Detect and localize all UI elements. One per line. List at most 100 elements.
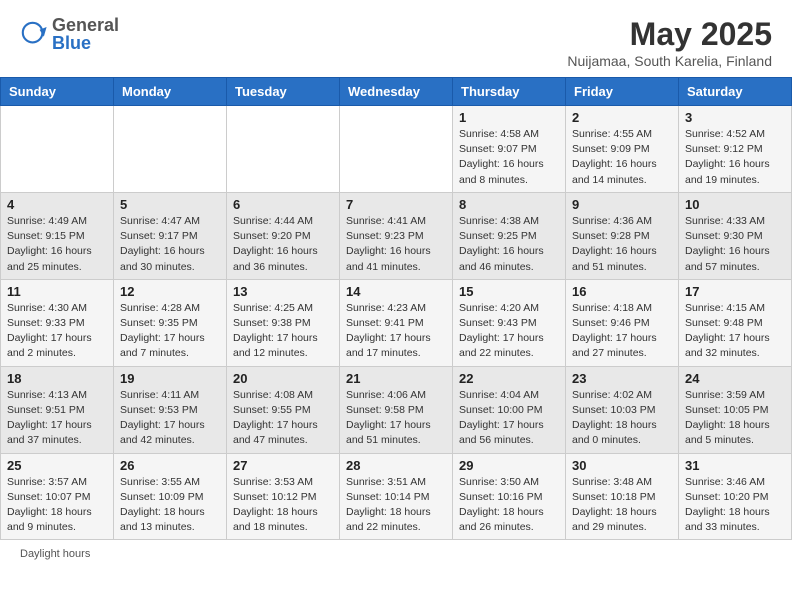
- week-row-4: 18 Sunrise: 4:13 AMSunset: 9:51 PMDayligh…: [1, 366, 792, 453]
- day-cell: 20 Sunrise: 4:08 AMSunset: 9:55 PMDayligh…: [227, 366, 340, 453]
- day-info: Sunrise: 3:57 AMSunset: 10:07 PMDaylight…: [7, 475, 107, 536]
- day-info: Sunrise: 4:02 AMSunset: 10:03 PMDaylight…: [572, 388, 672, 449]
- footer: Daylight hours: [0, 540, 792, 568]
- day-cell: 21Sunrise: 4:06 AMSunset: 9:58 PMDayligh…: [340, 366, 453, 453]
- day-cell: 15Sunrise: 4:20 AMSunset: 9:43 PMDayligh…: [453, 279, 566, 366]
- day-info: Sunrise: 4:23 AMSunset: 9:41 PMDaylight:…: [346, 301, 446, 362]
- day-number: 8: [459, 197, 559, 212]
- day-info: Sunrise: 3:48 AMSunset: 10:18 PMDaylight…: [572, 475, 672, 536]
- day-number: 14: [346, 284, 446, 299]
- day-cell: 6 Sunrise: 4:44 AMSunset: 9:20 PMDaylight…: [227, 192, 340, 279]
- day-info: Sunrise: 4:41 AMSunset: 9:23 PMDaylight:…: [346, 214, 446, 275]
- day-header-thursday: Thursday: [453, 78, 566, 106]
- day-header-saturday: Saturday: [679, 78, 792, 106]
- day-number: 4: [7, 197, 107, 212]
- day-cell: 28 Sunrise: 3:51 AMSunset: 10:14 PMDaylig…: [340, 453, 453, 540]
- day-number: 28: [346, 458, 446, 473]
- week-row-2: 4 Sunrise: 4:49 AMSunset: 9:15 PMDaylight…: [1, 192, 792, 279]
- day-cell: [114, 106, 227, 193]
- day-number: 22: [459, 371, 559, 386]
- day-cell: 25Sunrise: 3:57 AMSunset: 10:07 PMDaylig…: [1, 453, 114, 540]
- day-cell: 4 Sunrise: 4:49 AMSunset: 9:15 PMDaylight…: [1, 192, 114, 279]
- day-info: Sunrise: 4:38 AMSunset: 9:25 PMDaylight:…: [459, 214, 559, 275]
- day-cell: 8 Sunrise: 4:38 AMSunset: 9:25 PMDaylight…: [453, 192, 566, 279]
- day-number: 19: [120, 371, 220, 386]
- day-info: Sunrise: 4:44 AMSunset: 9:20 PMDaylight:…: [233, 214, 333, 275]
- day-cell: 10 Sunrise: 4:33 AMSunset: 9:30 PMDayligh…: [679, 192, 792, 279]
- logo-icon: [20, 20, 48, 48]
- day-number: 9: [572, 197, 672, 212]
- day-info: Sunrise: 4:20 AMSunset: 9:43 PMDaylight:…: [459, 301, 559, 362]
- day-number: 16: [572, 284, 672, 299]
- day-header-tuesday: Tuesday: [227, 78, 340, 106]
- day-number: 3: [685, 110, 785, 125]
- day-info: Sunrise: 4:13 AMSunset: 9:51 PMDaylight:…: [7, 388, 107, 449]
- day-number: 12: [120, 284, 220, 299]
- day-info: Sunrise: 4:47 AMSunset: 9:17 PMDaylight:…: [120, 214, 220, 275]
- daylight-label: Daylight hours: [20, 548, 90, 560]
- day-number: 5: [120, 197, 220, 212]
- day-header-friday: Friday: [566, 78, 679, 106]
- day-info: Sunrise: 3:53 AMSunset: 10:12 PMDaylight…: [233, 475, 333, 536]
- week-row-1: 1 Sunrise: 4:58 AMSunset: 9:07 PMDaylight…: [1, 106, 792, 193]
- day-number: 29: [459, 458, 559, 473]
- day-number: 17: [685, 284, 785, 299]
- day-number: 7: [346, 197, 446, 212]
- day-number: 20: [233, 371, 333, 386]
- day-info: Sunrise: 4:33 AMSunset: 9:30 PMDaylight:…: [685, 214, 785, 275]
- day-info: Sunrise: 4:28 AMSunset: 9:35 PMDaylight:…: [120, 301, 220, 362]
- day-cell: 5 Sunrise: 4:47 AMSunset: 9:17 PMDaylight…: [114, 192, 227, 279]
- day-cell: 29Sunrise: 3:50 AMSunset: 10:16 PMDaylig…: [453, 453, 566, 540]
- day-number: 27: [233, 458, 333, 473]
- week-row-5: 25Sunrise: 3:57 AMSunset: 10:07 PMDaylig…: [1, 453, 792, 540]
- location-subtitle: Nuijamaa, South Karelia, Finland: [567, 53, 772, 69]
- month-title: May 2025: [567, 16, 772, 53]
- day-info: Sunrise: 4:06 AMSunset: 9:58 PMDaylight:…: [346, 388, 446, 449]
- day-cell: 13 Sunrise: 4:25 AMSunset: 9:38 PMDayligh…: [227, 279, 340, 366]
- day-info: Sunrise: 4:04 AMSunset: 10:00 PMDaylight…: [459, 388, 559, 449]
- day-info: Sunrise: 4:15 AMSunset: 9:48 PMDaylight:…: [685, 301, 785, 362]
- day-cell: 17 Sunrise: 4:15 AMSunset: 9:48 PMDayligh…: [679, 279, 792, 366]
- logo-blue-text: Blue: [52, 34, 119, 52]
- day-info: Sunrise: 4:25 AMSunset: 9:38 PMDaylight:…: [233, 301, 333, 362]
- day-cell: [227, 106, 340, 193]
- day-info: Sunrise: 4:08 AMSunset: 9:55 PMDaylight:…: [233, 388, 333, 449]
- calendar-table: SundayMondayTuesdayWednesdayThursdayFrid…: [0, 77, 792, 540]
- day-number: 6: [233, 197, 333, 212]
- day-info: Sunrise: 4:18 AMSunset: 9:46 PMDaylight:…: [572, 301, 672, 362]
- day-info: Sunrise: 3:51 AMSunset: 10:14 PMDaylight…: [346, 475, 446, 536]
- day-info: Sunrise: 3:55 AMSunset: 10:09 PMDaylight…: [120, 475, 220, 536]
- day-number: 31: [685, 458, 785, 473]
- day-number: 2: [572, 110, 672, 125]
- day-number: 13: [233, 284, 333, 299]
- day-info: Sunrise: 3:46 AMSunset: 10:20 PMDaylight…: [685, 475, 785, 536]
- day-cell: 27 Sunrise: 3:53 AMSunset: 10:12 PMDaylig…: [227, 453, 340, 540]
- day-info: Sunrise: 4:30 AMSunset: 9:33 PMDaylight:…: [7, 301, 107, 362]
- day-cell: 30 Sunrise: 3:48 AMSunset: 10:18 PMDaylig…: [566, 453, 679, 540]
- day-number: 23: [572, 371, 672, 386]
- day-number: 1: [459, 110, 559, 125]
- day-cell: 2Sunrise: 4:55 AMSunset: 9:09 PMDaylight…: [566, 106, 679, 193]
- day-header-wednesday: Wednesday: [340, 78, 453, 106]
- day-cell: 16 Sunrise: 4:18 AMSunset: 9:46 PMDayligh…: [566, 279, 679, 366]
- day-cell: 12 Sunrise: 4:28 AMSunset: 9:35 PMDayligh…: [114, 279, 227, 366]
- day-number: 18: [7, 371, 107, 386]
- day-info: Sunrise: 4:58 AMSunset: 9:07 PMDaylight:…: [459, 127, 559, 188]
- title-block: May 2025 Nuijamaa, South Karelia, Finlan…: [567, 16, 772, 69]
- day-number: 11: [7, 284, 107, 299]
- day-number: 26: [120, 458, 220, 473]
- days-header-row: SundayMondayTuesdayWednesdayThursdayFrid…: [1, 78, 792, 106]
- day-info: Sunrise: 4:52 AMSunset: 9:12 PMDaylight:…: [685, 127, 785, 188]
- day-cell: 23 Sunrise: 4:02 AMSunset: 10:03 PMDaylig…: [566, 366, 679, 453]
- day-cell: 7 Sunrise: 4:41 AMSunset: 9:23 PMDaylight…: [340, 192, 453, 279]
- day-info: Sunrise: 4:49 AMSunset: 9:15 PMDaylight:…: [7, 214, 107, 275]
- logo: General Blue: [20, 16, 119, 52]
- header: General Blue May 2025 Nuijamaa, South Ka…: [0, 0, 792, 77]
- day-cell: [340, 106, 453, 193]
- week-row-3: 11 Sunrise: 4:30 AMSunset: 9:33 PMDayligh…: [1, 279, 792, 366]
- day-cell: [1, 106, 114, 193]
- day-number: 10: [685, 197, 785, 212]
- day-number: 30: [572, 458, 672, 473]
- day-cell: 3 Sunrise: 4:52 AMSunset: 9:12 PMDaylight…: [679, 106, 792, 193]
- day-cell: 22 Sunrise: 4:04 AMSunset: 10:00 PMDaylig…: [453, 366, 566, 453]
